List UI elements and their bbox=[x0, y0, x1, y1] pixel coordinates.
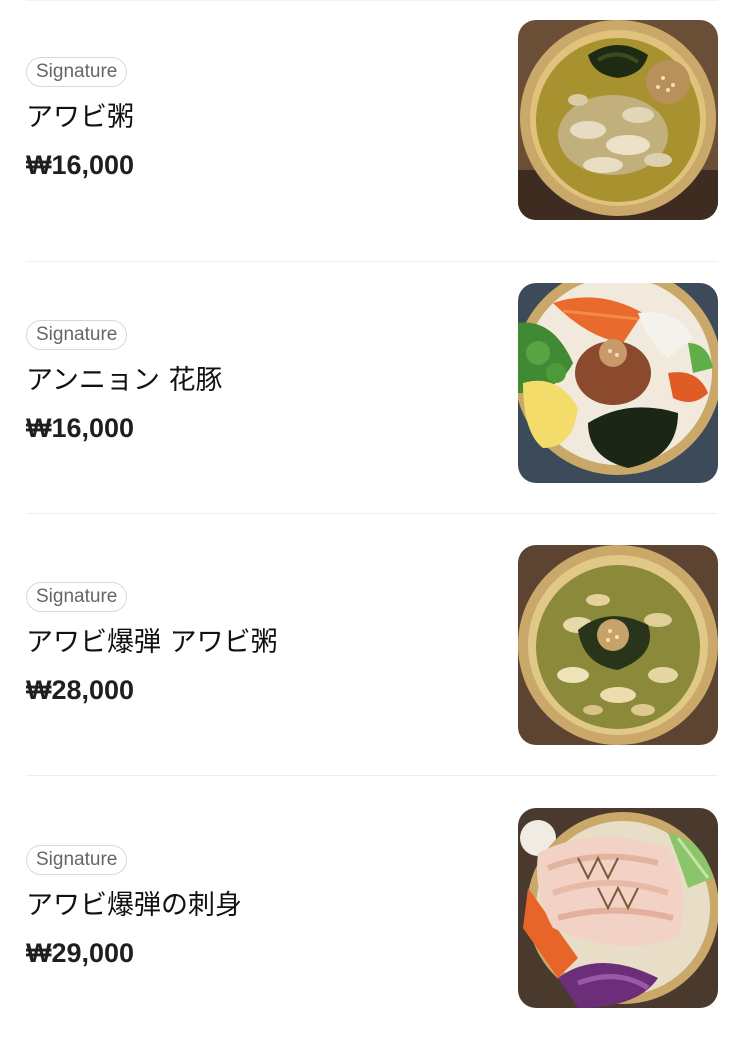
menu-item-name: アワビ爆弾の刺身 bbox=[26, 890, 242, 921]
menu-list: Signature アワビ粥 ₩16,000 Signature アンニョン 花… bbox=[0, 0, 732, 1024]
bibimbap-bowl-image bbox=[518, 283, 718, 483]
abalone-bomb-porridge-image bbox=[518, 545, 718, 745]
abalone-bomb-porridge-photo[interactable] bbox=[518, 545, 718, 745]
bibimbap-bowl-photo[interactable] bbox=[518, 283, 718, 483]
menu-item-price: ₩29,000 bbox=[26, 938, 135, 968]
abalone-porridge-image bbox=[518, 20, 718, 220]
menu-item-price: ₩28,000 bbox=[26, 675, 135, 705]
abalone-sashimi-photo[interactable] bbox=[518, 808, 718, 1008]
menu-item[interactable]: Signature アワビ爆弾の刺身 ₩29,000 bbox=[0, 776, 732, 1038]
menu-item-price: ₩16,000 bbox=[26, 413, 135, 443]
signature-badge: Signature bbox=[26, 57, 128, 87]
menu-item[interactable]: Signature アンニョン 花豚 ₩16,000 bbox=[0, 252, 732, 514]
menu-item-name: アワビ粥 bbox=[26, 102, 134, 133]
abalone-sashimi-image bbox=[518, 808, 718, 1008]
menu-item[interactable]: Signature アワビ爆弾 アワビ粥 ₩28,000 bbox=[0, 514, 732, 776]
signature-badge: Signature bbox=[26, 320, 128, 350]
menu-item-name: アワビ爆弾 アワビ粥 bbox=[26, 627, 278, 658]
signature-badge: Signature bbox=[26, 582, 128, 612]
menu-item[interactable]: Signature アワビ粥 ₩16,000 bbox=[0, 0, 732, 262]
menu-item-price: ₩16,000 bbox=[26, 150, 135, 180]
abalone-porridge-photo[interactable] bbox=[518, 20, 718, 220]
menu-item-name: アンニョン 花豚 bbox=[26, 365, 223, 396]
signature-badge: Signature bbox=[26, 845, 128, 875]
